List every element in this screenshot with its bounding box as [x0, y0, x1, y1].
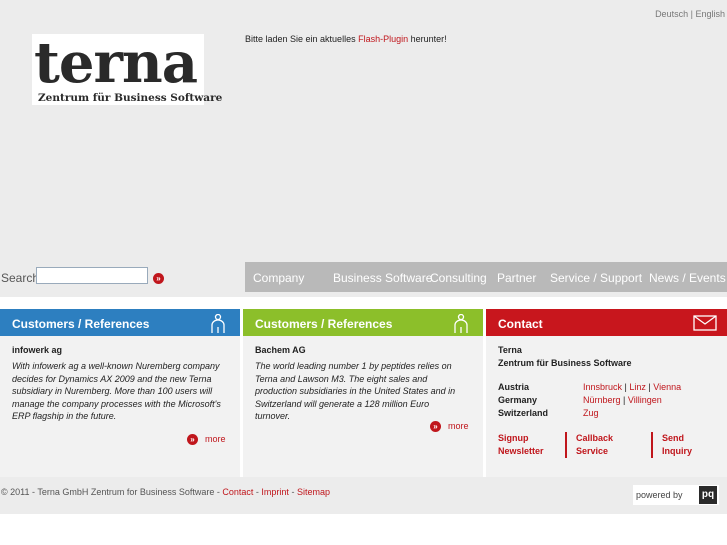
- reference-title: Bachem AG: [255, 345, 306, 355]
- nav-service-support[interactable]: Service / Support: [550, 271, 642, 285]
- reference-title: infowerk ag: [12, 345, 63, 355]
- reference-text: With infowerk ag a well-known Nuremberg …: [12, 361, 221, 422]
- pq-logo: pq: [699, 486, 717, 504]
- search-input[interactable]: [36, 267, 148, 284]
- person-icon: [454, 314, 468, 333]
- city-link-villingen[interactable]: Villingen: [628, 395, 662, 405]
- city-link-zug[interactable]: Zug: [583, 408, 599, 418]
- contact-heading: Contact: [498, 317, 543, 331]
- flash-text-before: Bitte laden Sie ein aktuelles: [245, 34, 359, 44]
- flash-notice: Bitte laden Sie ein aktuelles Flash-Plug…: [245, 34, 447, 44]
- mail-icon: [693, 315, 717, 331]
- contact-panel: Contact Terna Zentrum für Business Softw…: [486, 309, 727, 477]
- country-germany: Germany: [498, 395, 538, 405]
- nav-partner[interactable]: Partner: [497, 271, 536, 285]
- flash-text-after: herunter!: [408, 34, 447, 44]
- footer-contact-link[interactable]: Contact: [222, 487, 253, 497]
- panel-header: Contact: [486, 309, 727, 336]
- nav-business-software[interactable]: Business Software: [333, 271, 432, 285]
- action-line-1: Signup: [498, 433, 529, 443]
- action-line-1: Send: [662, 433, 685, 443]
- lang-separator: |: [690, 9, 693, 19]
- footer-sep: -: [288, 487, 297, 497]
- panel-heading: Customers / References: [255, 317, 393, 331]
- action-line-2: Inquiry: [662, 446, 693, 456]
- nav-news-events[interactable]: News / Events: [649, 271, 726, 285]
- city-link-nuernberg[interactable]: Nürnberg: [583, 395, 621, 405]
- nav-company[interactable]: Company: [253, 271, 304, 285]
- logo-subtitle: Zentrum für Business Software: [38, 92, 223, 104]
- country-switzerland: Switzerland: [498, 408, 549, 418]
- send-inquiry-link[interactable]: Send Inquiry: [662, 432, 692, 458]
- logo-wordmark: terna: [34, 30, 198, 96]
- germany-cities: Nürnberg | Villingen: [583, 395, 662, 405]
- search-go-button[interactable]: »: [153, 273, 164, 284]
- powered-by-text: powered by: [636, 490, 683, 500]
- action-line-1: Callback: [576, 433, 614, 443]
- powered-by-badge[interactable]: powered by pq: [633, 485, 719, 505]
- more-label: more: [448, 421, 469, 431]
- callback-service-link[interactable]: Callback Service: [576, 432, 613, 458]
- city-link-vienna[interactable]: Vienna: [653, 382, 681, 392]
- country-austria: Austria: [498, 382, 530, 392]
- terna-logo[interactable]: terna Zentrum für Business Software: [32, 30, 222, 105]
- search-label: Search: [1, 271, 40, 285]
- panel-heading: Customers / References: [12, 317, 150, 331]
- more-link[interactable]: » more: [187, 434, 226, 446]
- panel-header: Customers / References: [243, 309, 483, 336]
- lang-english-link[interactable]: English: [695, 9, 725, 19]
- flash-plugin-link[interactable]: Flash-Plugin: [358, 34, 408, 44]
- reference-panel-bachem: Customers / References Bachem AG The wor…: [243, 309, 483, 477]
- city-link-linz[interactable]: Linz: [629, 382, 646, 392]
- action-separator: [651, 432, 653, 458]
- main-nav: Company Business Software Consulting Par…: [245, 262, 727, 292]
- reference-panel-infowerk: Customers / References infowerk ag With …: [0, 309, 240, 477]
- copyright: © 2011 - Terna GmbH Zentrum for Business…: [1, 487, 223, 497]
- more-arrow-icon: »: [430, 421, 441, 433]
- action-separator: [565, 432, 567, 458]
- language-switcher: Deutsch | English: [655, 9, 725, 19]
- nav-consulting[interactable]: Consulting: [430, 271, 487, 285]
- switzerland-cities: Zug: [583, 408, 599, 418]
- more-arrow-icon: »: [187, 434, 198, 446]
- reference-text: The world leading number 1 by peptides r…: [255, 361, 456, 422]
- city-link-innsbruck[interactable]: Innsbruck: [583, 382, 622, 392]
- austria-cities: Innsbruck | Linz | Vienna: [583, 382, 682, 392]
- action-line-2: Newsletter: [498, 446, 544, 456]
- footer-sitemap-link[interactable]: Sitemap: [297, 487, 330, 497]
- panel-header: Customers / References: [0, 309, 240, 336]
- signup-newsletter-link[interactable]: Signup Newsletter: [498, 432, 544, 458]
- action-line-2: Service: [576, 446, 609, 456]
- footer-text: © 2011 - Terna GmbH Zentrum for Business…: [1, 487, 330, 497]
- footer-imprint-link[interactable]: Imprint: [261, 487, 289, 497]
- contact-subtitle: Zentrum für Business Software: [498, 358, 632, 368]
- lang-deutsch-link[interactable]: Deutsch: [655, 9, 688, 19]
- more-link[interactable]: » more: [430, 421, 469, 433]
- person-icon: [211, 314, 225, 333]
- more-label: more: [205, 434, 226, 444]
- contact-name: Terna: [498, 345, 522, 355]
